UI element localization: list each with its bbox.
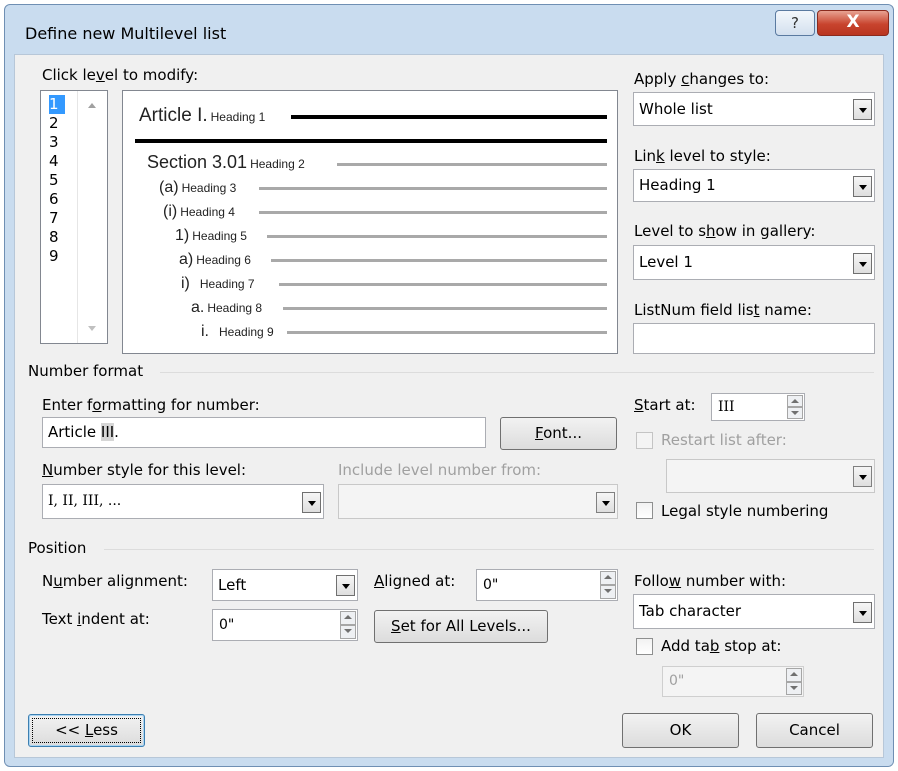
preview-line (267, 235, 607, 238)
text-indent-spinner[interactable]: 0" (212, 609, 358, 641)
number-style-label: Number style for this level: (42, 461, 247, 479)
start-at-label: Start at: (634, 396, 696, 414)
preview-row: Article I. Heading 1 (139, 105, 266, 126)
gallery-level-label: Level to show in gallery: (634, 222, 816, 240)
preview-row: a) Heading 6 (179, 251, 251, 268)
scroll-up-icon[interactable] (88, 103, 96, 108)
help-icon: ? (791, 14, 799, 32)
section-divider (104, 549, 874, 550)
chevron-down-icon[interactable] (853, 175, 872, 197)
help-button[interactable]: ? (775, 10, 815, 36)
section-divider (160, 372, 874, 373)
font-button[interactable]: Font... (500, 417, 617, 450)
level-list-scrollbar[interactable] (77, 91, 107, 343)
listnum-input[interactable] (633, 323, 875, 354)
less-button[interactable]: << Less (28, 714, 145, 747)
preview-row: a. Heading 8 (191, 299, 263, 316)
preview-line (291, 115, 607, 119)
level-item[interactable]: 3 (49, 133, 65, 152)
follow-number-label: Follow number with: (634, 572, 787, 590)
legal-style-checkbox[interactable] (636, 502, 653, 519)
preview-line (259, 187, 607, 190)
level-item[interactable]: 8 (49, 228, 65, 247)
preview-line (279, 283, 607, 286)
level-item[interactable]: 5 (49, 171, 65, 190)
follow-number-dropdown[interactable]: Tab character (633, 594, 875, 629)
link-level-label: Link level to style: (634, 147, 771, 165)
spin-up-icon[interactable] (600, 571, 616, 585)
level-item[interactable]: 6 (49, 190, 65, 209)
listnum-label: ListNum field list name: (634, 301, 812, 319)
spin-up-icon[interactable] (340, 611, 356, 625)
format-token: III (100, 423, 115, 441)
chevron-down-icon[interactable] (336, 575, 355, 596)
level-item[interactable]: 4 (49, 152, 65, 171)
chevron-down-icon[interactable] (853, 466, 872, 487)
apply-changes-label: Apply changes to: (634, 70, 770, 88)
preview-line (287, 331, 607, 334)
preview-line (135, 139, 607, 143)
preview-line (283, 307, 607, 310)
preview-row: i) Heading 7 (181, 275, 255, 292)
number-format-heading: Number format (28, 362, 144, 380)
level-item[interactable]: 9 (49, 247, 65, 266)
number-alignment-label: Number alignment: (42, 572, 188, 590)
set-for-all-levels-button[interactable]: Set for All Levels... (374, 610, 548, 643)
chevron-down-icon[interactable] (302, 491, 321, 513)
preview-line (337, 163, 607, 166)
list-preview[interactable]: Article I. Heading 1 Section 3.01 Heading … (122, 90, 618, 354)
add-tab-stop-checkbox[interactable] (636, 638, 653, 655)
ok-button[interactable]: OK (622, 713, 739, 748)
spin-down-icon[interactable] (340, 625, 356, 639)
number-style-dropdown[interactable]: I, II, III, ... (42, 484, 324, 519)
preview-row: Section 3.01 Heading 2 (147, 152, 305, 172)
restart-list-dropdown[interactable] (666, 459, 875, 493)
spin-up-icon[interactable] (787, 395, 803, 407)
enter-formatting-label: Enter formatting for number: (42, 396, 260, 414)
level-item[interactable]: 2 (49, 114, 65, 133)
chevron-down-icon[interactable] (596, 491, 615, 513)
include-level-dropdown[interactable] (338, 484, 618, 519)
spin-down-icon[interactable] (787, 407, 803, 419)
preview-row: 1) Heading 5 (175, 227, 247, 244)
preview-line (271, 259, 607, 262)
chevron-down-icon[interactable] (853, 99, 872, 120)
tab-stop-spinner[interactable]: 0" (662, 666, 804, 697)
apply-changes-dropdown[interactable]: Whole list (633, 92, 875, 126)
level-item[interactable]: 1 (49, 95, 65, 114)
close-button[interactable]: X (817, 10, 889, 36)
number-alignment-dropdown[interactable]: Left (212, 569, 358, 601)
position-heading: Position (28, 539, 87, 557)
title-bar[interactable]: Define new Multilevel list ? X (5, 5, 893, 55)
gallery-level-dropdown[interactable]: Level 1 (633, 245, 875, 280)
level-listbox[interactable]: 1 2 3 4 5 6 7 8 9 (40, 90, 108, 344)
text-indent-label: Text indent at: (42, 610, 150, 628)
aligned-at-label: Aligned at: (374, 572, 456, 590)
preview-line (259, 211, 607, 214)
spin-up-icon[interactable] (786, 668, 802, 682)
cancel-button[interactable]: Cancel (756, 713, 873, 748)
restart-list-label: Restart list after: (661, 431, 787, 449)
preview-row: i. Heading 9 (201, 323, 274, 340)
legal-style-label: Legal style numbering (661, 502, 829, 520)
number-format-input[interactable]: Article III. (42, 417, 486, 448)
chevron-down-icon[interactable] (853, 601, 872, 623)
chevron-down-icon[interactable] (853, 252, 872, 274)
add-tab-stop-label: Add tab stop at: (661, 637, 782, 655)
scroll-down-icon[interactable] (88, 326, 96, 331)
close-icon: X (846, 12, 860, 32)
link-level-dropdown[interactable]: Heading 1 (633, 169, 875, 202)
preview-row: (a) Heading 3 (159, 179, 237, 196)
dialog-title: Define new Multilevel list (25, 24, 227, 43)
spin-down-icon[interactable] (600, 585, 616, 599)
include-level-label: Include level number from: (338, 461, 542, 479)
restart-list-checkbox[interactable] (636, 432, 653, 449)
preview-row: (i) Heading 4 (163, 203, 235, 220)
level-item[interactable]: 7 (49, 209, 65, 228)
aligned-at-spinner[interactable]: 0" (476, 569, 618, 601)
start-at-spinner[interactable]: III (711, 393, 805, 421)
level-list-label: Click level to modify: (42, 66, 199, 84)
spin-down-icon[interactable] (786, 681, 802, 695)
